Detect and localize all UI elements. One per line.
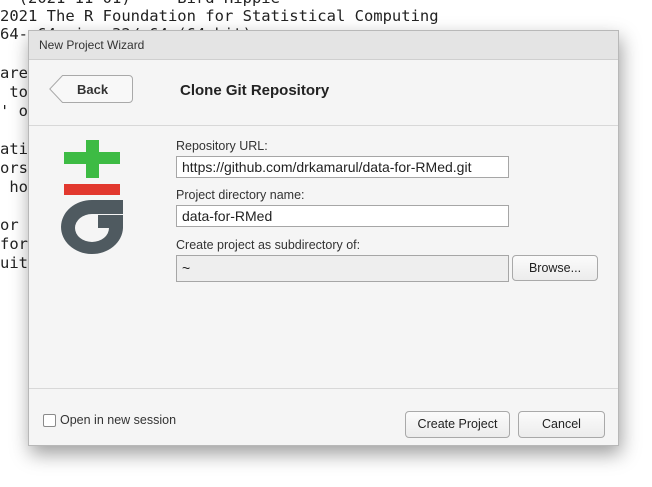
header-divider (29, 125, 618, 126)
back-button-label: Back (77, 82, 109, 97)
console-line: for (0, 235, 28, 253)
git-logo-icon (61, 140, 123, 254)
console-line: ' o (0, 102, 28, 120)
open-new-session-label: Open in new session (60, 413, 177, 427)
footer-divider (29, 388, 618, 389)
repo-url-label: Repository URL: (176, 139, 268, 153)
console-line: uit (0, 254, 28, 272)
console-line: 2021 The R Foundation for Statistical Co… (0, 7, 439, 25)
subdir-input[interactable]: ~ (176, 255, 509, 282)
console-line: ors (0, 159, 28, 177)
create-project-button[interactable]: Create Project (405, 411, 510, 438)
dir-name-label: Project directory name: (176, 188, 305, 202)
subdir-label: Create project as subdirectory of: (176, 238, 361, 252)
back-button[interactable]: Back (49, 75, 133, 103)
cancel-button[interactable]: Cancel (518, 411, 605, 438)
dialog-title: New Project Wizard (39, 38, 145, 52)
browse-button[interactable]: Browse... (512, 255, 598, 281)
dialog-titlebar[interactable]: New Project Wizard (29, 31, 618, 60)
open-new-session-checkbox[interactable] (43, 414, 56, 427)
console-line: are (0, 64, 28, 82)
new-project-wizard-dialog: New Project Wizard Back Clone Git Reposi… (28, 30, 619, 446)
repo-url-input[interactable]: https://github.com/drkamarul/data-for-RM… (176, 156, 509, 178)
page-heading: Clone Git Repository (180, 82, 330, 99)
dir-name-input[interactable]: data-for-RMed (176, 205, 509, 227)
console-line: to (0, 83, 28, 101)
